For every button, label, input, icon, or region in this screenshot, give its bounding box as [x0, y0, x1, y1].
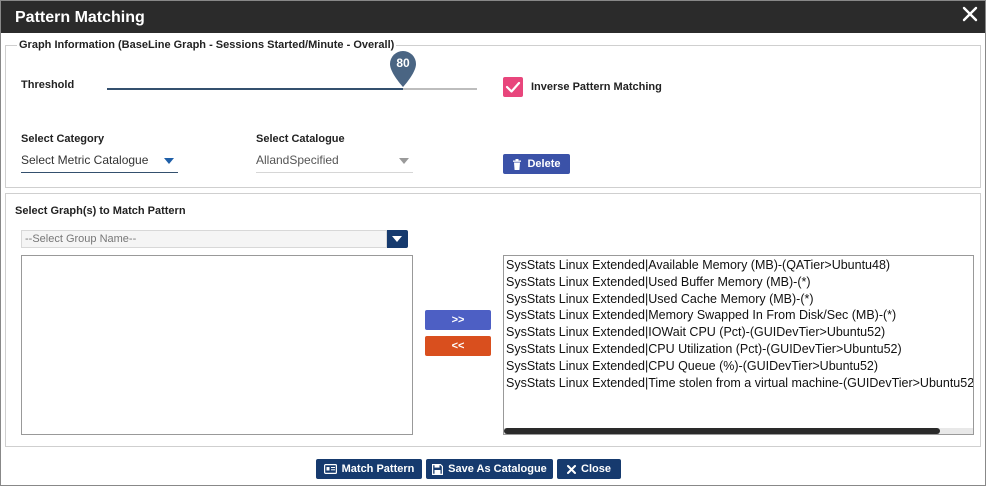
close-button[interactable]: Close [557, 459, 621, 479]
selected-graphs-items: SysStats Linux Extended|Available Memory… [504, 256, 973, 391]
group-name-dropdown-button[interactable] [387, 230, 408, 248]
chevron-down-icon [164, 158, 174, 164]
pattern-matching-dialog: Pattern Matching Graph Information (Base… [0, 0, 986, 486]
scrollbar-thumb[interactable] [504, 428, 940, 434]
catalogue-select-value: AllandSpecified [256, 153, 339, 167]
save-icon [432, 463, 444, 475]
move-left-button[interactable]: << [425, 336, 491, 356]
category-label: Select Category [21, 133, 105, 145]
move-right-button[interactable]: >> [425, 310, 491, 330]
delete-button-label: Delete [527, 158, 561, 170]
threshold-slider-fill [107, 88, 403, 90]
save-as-catalogue-button[interactable]: Save As Catalogue [426, 459, 553, 479]
check-icon [505, 81, 521, 93]
dialog-title: Pattern Matching [15, 9, 145, 26]
list-item[interactable]: SysStats Linux Extended|Used Cache Memor… [506, 291, 973, 308]
trash-icon [513, 158, 522, 170]
catalogue-select[interactable]: AllandSpecified [256, 151, 413, 173]
category-select[interactable]: Select Metric Catalogue [21, 151, 178, 173]
list-item[interactable]: SysStats Linux Extended|Used Buffer Memo… [506, 274, 973, 291]
threshold-label: Threshold [21, 79, 75, 91]
match-pattern-button[interactable]: Match Pattern [316, 459, 422, 479]
group-name-placeholder: --Select Group Name-- [25, 233, 137, 245]
inverse-pattern-checkbox[interactable] [503, 77, 523, 97]
match-pattern-label: Match Pattern [341, 463, 415, 475]
horizontal-scrollbar[interactable] [504, 428, 973, 434]
move-right-label: >> [451, 314, 465, 326]
list-item[interactable]: SysStats Linux Extended|IOWait CPU (Pct)… [506, 324, 973, 341]
x-icon [567, 464, 577, 474]
chevron-down-icon [392, 236, 402, 242]
graph-info-legend: Graph Information (BaseLine Graph - Sess… [17, 39, 397, 51]
category-select-value: Select Metric Catalogue [21, 153, 149, 167]
select-graphs-label: Select Graph(s) to Match Pattern [15, 205, 186, 217]
group-name-select[interactable]: --Select Group Name-- [21, 230, 387, 248]
match-icon [323, 464, 337, 474]
list-item[interactable]: SysStats Linux Extended|CPU Queue (%)-(G… [506, 358, 973, 375]
save-as-catalogue-label: Save As Catalogue [448, 463, 547, 475]
catalogue-label: Select Catalogue [256, 133, 345, 145]
list-item[interactable]: SysStats Linux Extended|CPU Utilization … [506, 341, 973, 358]
close-button-label: Close [581, 463, 611, 475]
list-item[interactable]: SysStats Linux Extended|Memory Swapped I… [506, 307, 973, 324]
chevron-down-icon [399, 158, 409, 164]
close-icon[interactable] [959, 3, 981, 25]
inverse-pattern-label: Inverse Pattern Matching [531, 81, 662, 93]
available-graphs-list[interactable] [21, 255, 413, 435]
move-left-label: << [451, 340, 465, 352]
dialog-titlebar: Pattern Matching [1, 1, 985, 33]
list-item[interactable]: SysStats Linux Extended|Available Memory… [506, 257, 973, 274]
threshold-slider-thumb[interactable]: 80 [388, 49, 418, 89]
threshold-value: 80 [396, 56, 410, 70]
threshold-slider[interactable] [107, 88, 477, 90]
selected-graphs-list[interactable]: SysStats Linux Extended|Available Memory… [503, 255, 974, 435]
delete-button[interactable]: Delete [503, 154, 570, 174]
list-item[interactable]: SysStats Linux Extended|Time stolen from… [506, 375, 973, 392]
